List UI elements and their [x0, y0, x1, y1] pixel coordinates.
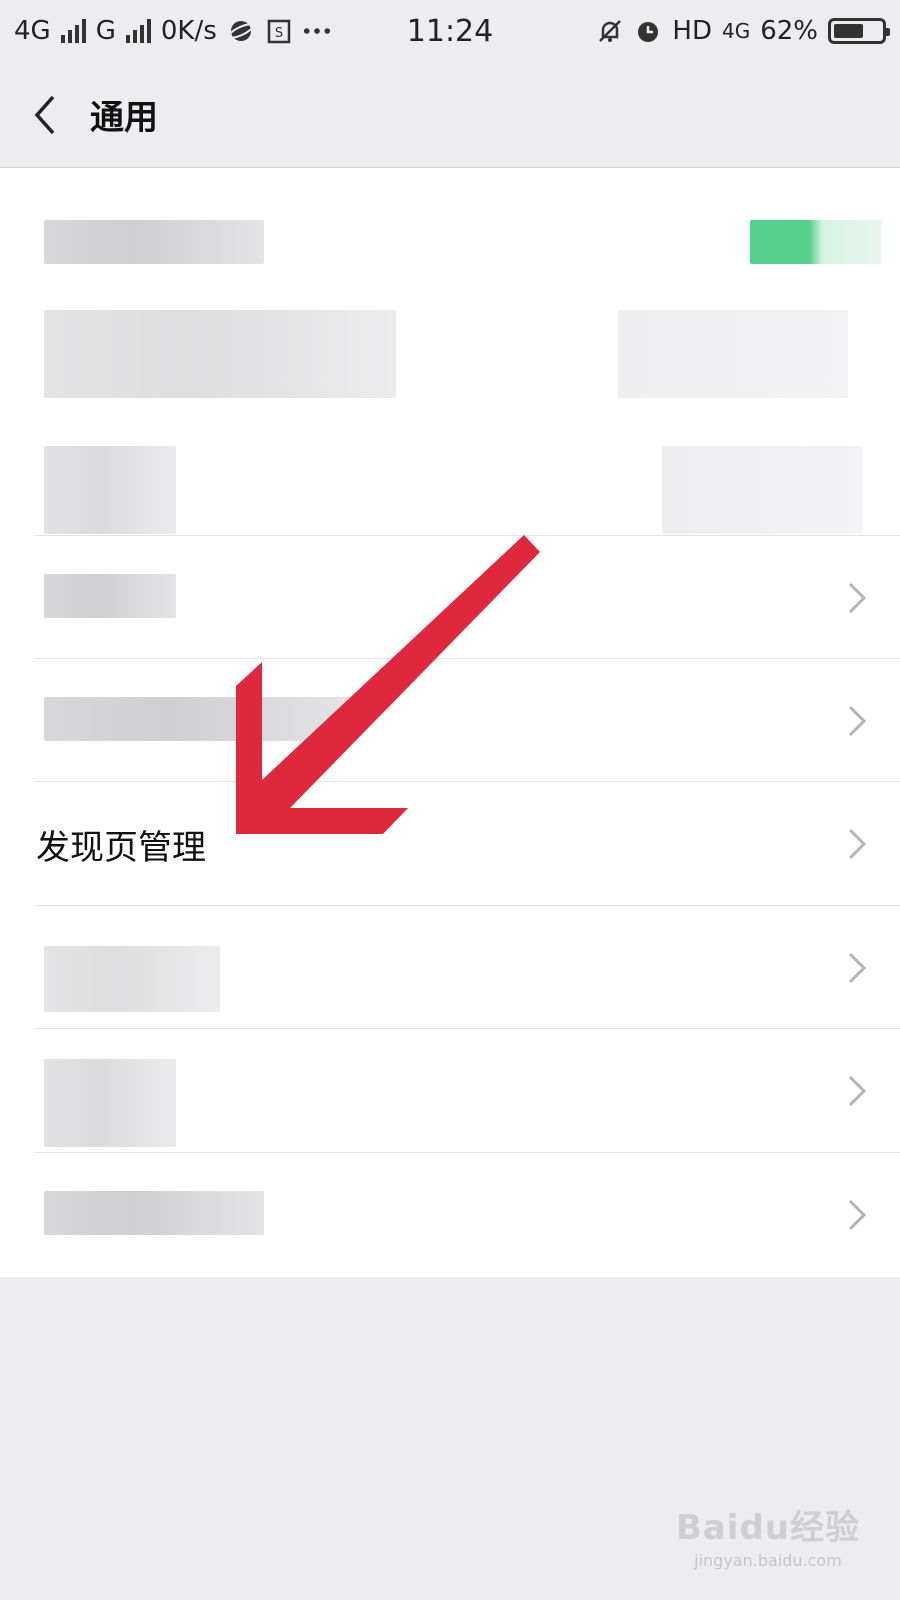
battery-fill — [834, 24, 863, 38]
network-type-2: G — [95, 16, 116, 46]
list-item[interactable] — [0, 406, 900, 536]
more-dots-icon — [303, 17, 331, 45]
battery-icon — [828, 18, 890, 44]
blurred-label — [44, 1191, 264, 1235]
list-item[interactable] — [0, 536, 900, 659]
blurred-label — [44, 446, 176, 534]
settings-list: 发现页管理 — [0, 168, 900, 1277]
nav-header: 通用 — [0, 62, 900, 168]
list-item[interactable] — [0, 906, 900, 1029]
blurred-label — [44, 574, 176, 618]
back-button[interactable] — [0, 62, 90, 168]
notification-s-icon: S — [265, 17, 293, 45]
watermark-brand: Baidu经验 — [675, 1508, 860, 1548]
chevron-right-icon — [848, 582, 867, 613]
hd-indicator: HD — [672, 16, 712, 46]
network-type-1: 4G — [14, 16, 51, 46]
planet-icon — [227, 17, 255, 45]
mute-bell-icon — [596, 17, 624, 45]
baidu-watermark: Baidu经验 jingyan.baidu.com — [676, 1500, 860, 1570]
list-item[interactable] — [0, 659, 900, 782]
signal-icon-2 — [125, 19, 151, 43]
page-title: 通用 — [90, 98, 158, 138]
blurred-label — [44, 220, 264, 264]
blurred-value — [662, 446, 862, 534]
list-item[interactable] — [0, 1029, 900, 1153]
blurred-label — [44, 946, 220, 1012]
list-item[interactable] — [0, 274, 900, 406]
blurred-label — [44, 1059, 176, 1147]
svg-text:S: S — [275, 26, 283, 41]
chevron-right-icon — [848, 705, 867, 736]
battery-percent: 62% — [760, 16, 818, 46]
discover-page-management-item[interactable]: 发现页管理 — [0, 782, 900, 906]
network-speed: 0K/s — [160, 16, 217, 46]
list-item[interactable] — [0, 1153, 900, 1277]
chevron-right-icon — [848, 828, 867, 860]
blurred-label — [44, 310, 396, 398]
chevron-right-icon — [848, 1199, 867, 1231]
blurred-label — [44, 697, 352, 741]
toggle-switch[interactable] — [750, 220, 882, 264]
status-bar-left: 4G G 0K/s S — [14, 16, 331, 46]
chevron-right-icon — [848, 1075, 867, 1107]
chevron-right-icon — [848, 952, 867, 983]
status-bar-right: HD 4G 62% — [596, 16, 890, 46]
blurred-value — [618, 310, 848, 398]
list-item[interactable] — [0, 168, 900, 274]
alarm-icon — [634, 17, 662, 45]
chevron-left-icon — [34, 95, 55, 134]
signal-icon — [60, 19, 86, 43]
discover-page-management-label: 发现页管理 — [36, 827, 206, 868]
watermark-url: jingyan.baidu.com — [694, 1551, 842, 1570]
status-bar: 4G G 0K/s S 11:24 HD 4G 62% — [0, 0, 900, 62]
network-type-3: 4G — [721, 19, 751, 43]
